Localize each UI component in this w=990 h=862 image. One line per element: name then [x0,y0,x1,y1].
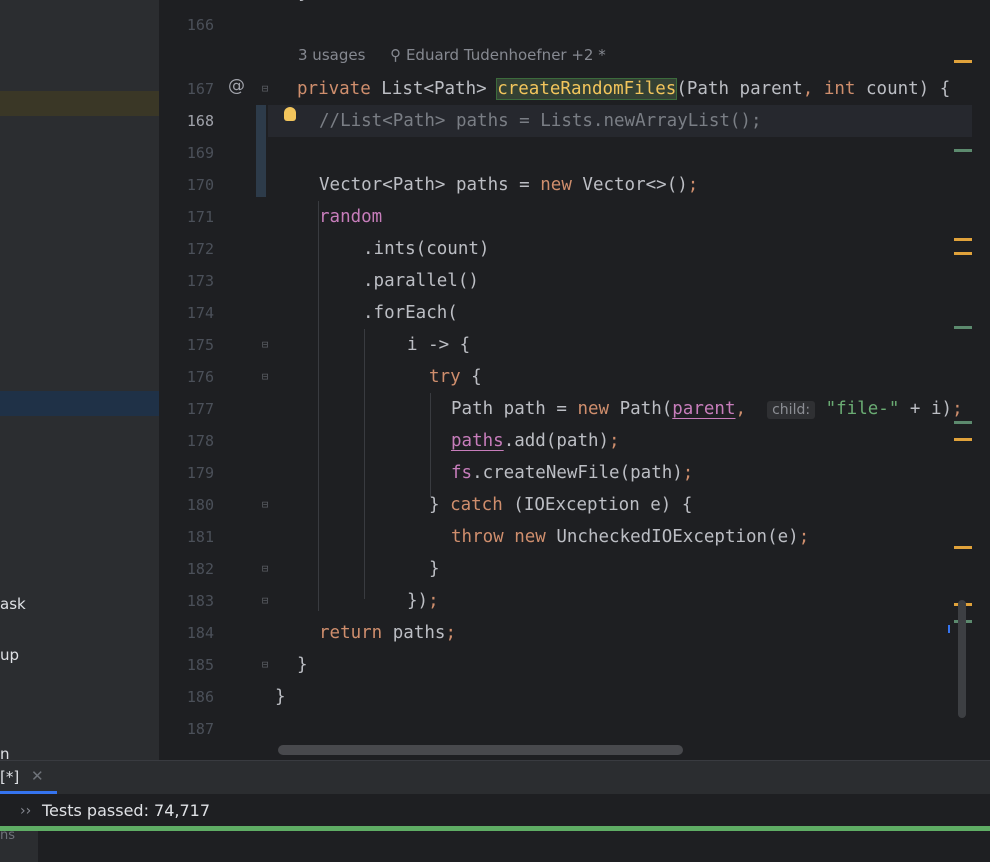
vcs-change-marker[interactable] [256,105,266,197]
code-line[interactable]: random [319,201,382,233]
line-number: 170 [186,176,214,194]
fold-icon[interactable]: ⊟ [260,659,270,671]
code-line[interactable]: try { [429,361,482,393]
tests-passed-label: Tests passed: 74,717 [42,801,211,820]
change-mark[interactable] [954,421,972,424]
line-number: 172 [186,240,214,258]
caret-mark [948,625,950,633]
tool-window-tab-bar [0,760,990,794]
line-number: 180 [186,496,214,514]
at-icon[interactable]: @ [228,76,245,96]
panel-divider[interactable] [159,0,178,760]
line-number: 179 [186,464,214,482]
code-line[interactable]: } catch (IOException e) { [429,489,692,521]
project-item-label[interactable]: ask [0,595,26,613]
line-number: 174 [186,304,214,322]
line-number: 168 [186,112,214,130]
error-stripe[interactable] [972,0,990,760]
code-line[interactable]: } [276,0,309,9]
change-mark[interactable] [954,326,972,329]
code-line[interactable]: .parallel() [363,265,479,297]
warning-mark[interactable] [954,252,972,255]
line-number: 183 [186,592,214,610]
project-item-highlight[interactable] [0,91,159,116]
fold-icon[interactable]: ⊟ [260,339,270,351]
usages-hint[interactable]: 3 usages [298,46,365,64]
vertical-scrollbar[interactable] [958,600,966,718]
line-number: 176 [186,368,214,386]
test-tree-label[interactable]: ns [0,828,15,843]
line-number: 186 [186,688,214,706]
project-item-label[interactable]: up [0,646,19,664]
line-number: 167 [186,80,214,98]
code-line[interactable]: } [275,681,286,713]
code-line[interactable]: fs.createNewFile(path); [451,457,693,489]
horizontal-scrollbar[interactable] [278,745,683,755]
code-line[interactable]: .forEach( [363,297,458,329]
indent-guide [318,201,319,611]
line-number: 175 [186,336,214,354]
chevron-right-icon[interactable]: ›› [20,803,31,819]
run-tab-label[interactable]: [*] [0,768,19,786]
indent-guide [430,393,431,497]
line-number: 173 [186,272,214,290]
line-number: 184 [186,624,214,642]
code-line[interactable]: }); [407,585,439,617]
line-number: 166 [186,16,214,34]
line-number: 182 [186,560,214,578]
code-line[interactable]: } [429,553,440,585]
fold-icon[interactable]: ⊟ [260,499,270,511]
warning-mark[interactable] [954,60,972,63]
indent-guide [364,329,365,599]
inlay-hint: child: [767,401,816,419]
line-number: 185 [186,656,214,674]
code-line[interactable]: paths.add(path); [451,425,620,457]
line-number: 181 [186,528,214,546]
line-number: 171 [186,208,214,226]
line-number: 169 [186,144,214,162]
code-vision-hint[interactable]: 3 usages ⚲ Eduard Tudenhoefner +2 * [298,46,606,64]
line-number: 177 [186,400,214,418]
fold-icon[interactable]: ⊟ [260,371,270,383]
code-line[interactable]: //List<Path> paths = Lists.newArrayList(… [319,105,762,137]
fold-icon[interactable]: ⊟ [260,563,270,575]
warning-mark[interactable] [954,438,972,441]
code-line[interactable]: return paths; [319,617,456,649]
fold-icon[interactable]: ⊟ [260,83,270,95]
code-line[interactable]: i -> { [407,329,470,361]
code-line[interactable]: .ints(count) [363,233,489,265]
code-line[interactable]: Path path = new Path(parent, child: "fil… [451,393,963,425]
test-output-area[interactable] [0,831,990,862]
author-hint[interactable]: Eduard Tudenhoefner +2 * [406,46,606,64]
line-number: 178 [186,432,214,450]
code-line[interactable]: throw new UncheckedIOException(e); [451,521,809,553]
person-icon: ⚲ [390,46,402,64]
code-line[interactable]: private List<Path> createRandomFiles(Pat… [297,73,950,105]
project-item-selected[interactable] [0,391,159,416]
code-line[interactable]: Vector<Path> paths = new Vector<>(); [319,169,698,201]
code-line[interactable]: } [297,649,308,681]
change-mark[interactable] [954,149,972,152]
warning-mark[interactable] [954,238,972,241]
warning-mark[interactable] [954,546,972,549]
close-icon[interactable]: ✕ [31,767,44,785]
fold-icon[interactable]: ⊟ [260,595,270,607]
bulb-icon[interactable] [284,107,296,121]
line-number: 187 [186,720,214,738]
